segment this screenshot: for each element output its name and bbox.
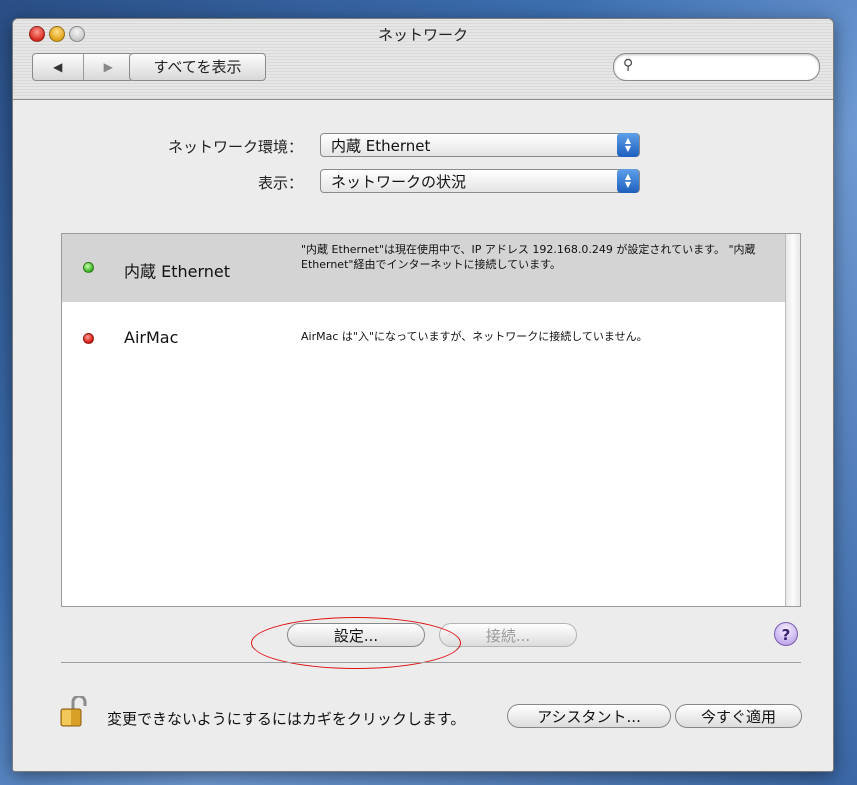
service-list: 内蔵 Ethernet "内蔵 Ethernet"は現在使用中で、IP アドレス… (61, 233, 801, 607)
service-description: "内蔵 Ethernet"は現在使用中で、IP アドレス 192.168.0.2… (301, 243, 756, 271)
lock-icon[interactable] (59, 694, 89, 728)
help-button[interactable]: ? (774, 622, 798, 646)
service-row[interactable]: 内蔵 Ethernet "内蔵 Ethernet"は現在使用中で、IP アドレス… (62, 234, 785, 302)
show-label: 表示： (257, 174, 303, 192)
search-icon: ⚲ (623, 57, 634, 73)
show-value: ネットワークの状況 (331, 173, 467, 191)
search-field[interactable]: ⚲ (613, 53, 820, 81)
back-button[interactable]: ◀ (33, 54, 83, 80)
divider (61, 662, 801, 663)
service-row[interactable]: AirMac AirMac は"入"になっていますが、ネットワークに接続していま… (62, 302, 785, 362)
back-forward-group: ◀ ▶ (32, 53, 134, 81)
service-name: 内蔵 Ethernet (124, 262, 231, 281)
forward-button[interactable]: ▶ (82, 54, 134, 80)
apply-now-button[interactable]: 今すぐ適用 (675, 704, 802, 728)
status-green-icon (83, 262, 94, 273)
service-name: AirMac (124, 328, 179, 347)
location-value: 内蔵 Ethernet (331, 137, 431, 155)
location-label: ネットワーク環境： (167, 138, 303, 156)
window-title: ネットワーク (377, 26, 468, 44)
list-scrollbar[interactable] (785, 234, 800, 606)
lock-message: 変更できないようにするにはカギをクリックします。 (107, 710, 466, 728)
popup-arrows-icon: ▲ ▼ (617, 169, 639, 193)
location-popup[interactable]: 内蔵 Ethernet ▲ ▼ (320, 133, 640, 157)
popup-arrows-icon: ▲ ▼ (617, 133, 639, 157)
status-red-icon (83, 333, 94, 344)
search-input[interactable] (642, 57, 811, 77)
service-description: AirMac は"入"になっていますが、ネットワークに接続していません。 (301, 330, 648, 343)
show-all-button[interactable]: すべてを表示 (129, 53, 266, 81)
assistant-button[interactable]: アシスタント... (507, 704, 671, 728)
network-preferences-window: ネットワーク ◀ ▶ すべてを表示 ⚲ ネットワーク環境： 内蔵 Etherne… (12, 18, 834, 772)
toolbar: ネットワーク ◀ ▶ すべてを表示 ⚲ (13, 19, 833, 100)
show-popup[interactable]: ネットワークの状況 ▲ ▼ (320, 169, 640, 193)
